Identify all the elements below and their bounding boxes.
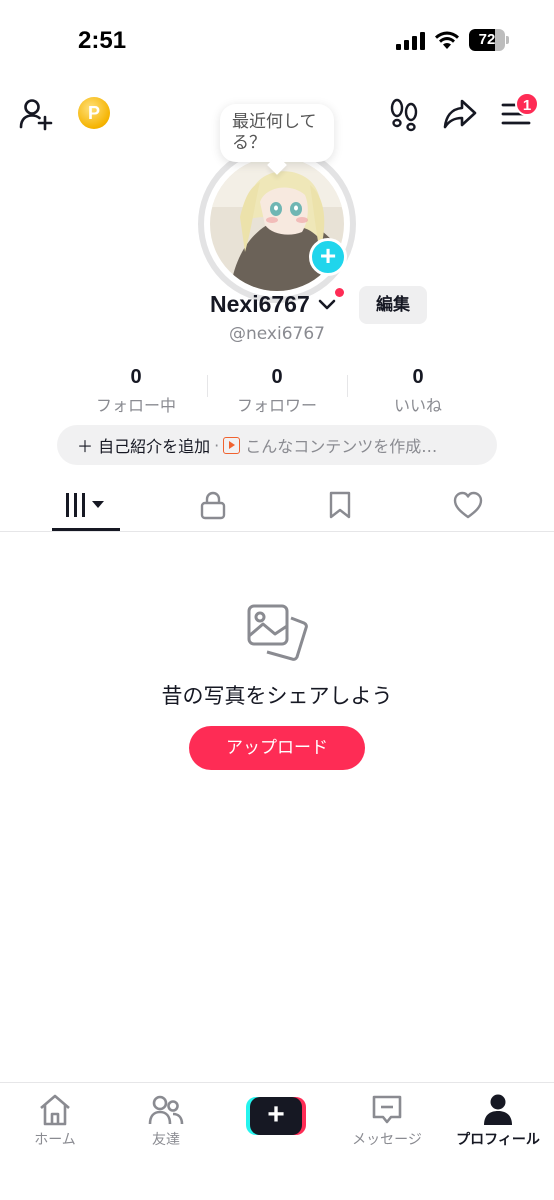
profile-views-button[interactable] — [386, 96, 422, 132]
nav-inbox[interactable]: メッセージ — [332, 1093, 442, 1153]
menu-notification-badge: 1 — [515, 92, 539, 116]
share-button[interactable] — [442, 96, 478, 132]
nav-inbox-label: メッセージ — [352, 1132, 422, 1148]
tab-videos[interactable] — [18, 478, 154, 532]
stat-followers[interactable]: 0 フォロワー — [207, 366, 347, 416]
add-bio-link[interactable]: ＋ 自己紹介を追加 — [77, 433, 210, 457]
stat-likes[interactable]: 0 いいね — [348, 366, 488, 416]
heart-icon — [453, 491, 483, 519]
coin-icon: P — [87, 102, 100, 123]
followers-label: フォロワー — [236, 396, 317, 415]
profile-icon — [484, 1094, 512, 1125]
edit-profile-button[interactable]: 編集 — [359, 286, 427, 324]
bio-separator: · — [214, 435, 220, 455]
stat-following[interactable]: 0 フォロー中 — [66, 366, 206, 416]
photos-icon — [247, 604, 308, 661]
nav-home-label: ホーム — [34, 1132, 76, 1148]
profile-name-row: Nexi6767 — [0, 288, 554, 328]
add-friend-button[interactable] — [18, 96, 54, 132]
upload-button[interactable]: アップロード — [189, 726, 365, 770]
plus-icon: + — [250, 1097, 302, 1135]
nav-home[interactable]: ホーム — [0, 1093, 110, 1153]
likes-label: いいね — [393, 396, 442, 415]
inbox-icon — [372, 1095, 402, 1124]
bio-suggestion-bar[interactable]: ＋ 自己紹介を追加 · こんなコンテンツを作成… — [57, 425, 497, 465]
bottom-navigation: ホーム 友達 + メッセージ プロフィール — [0, 1082, 554, 1200]
footprint-icon — [390, 98, 418, 132]
likes-count: 0 — [412, 366, 424, 388]
bookmark-icon — [329, 491, 351, 519]
display-name[interactable]: Nexi6767 — [210, 291, 310, 318]
nav-profile[interactable]: プロフィール — [443, 1093, 553, 1153]
play-video-icon — [223, 436, 241, 454]
nav-friends[interactable]: 友達 — [111, 1093, 221, 1153]
status-bar: 2:51 72 — [0, 0, 554, 80]
nav-profile-label: プロフィール — [456, 1132, 540, 1148]
followers-count: 0 — [271, 366, 283, 388]
tab-private[interactable] — [145, 478, 281, 532]
following-count: 0 — [130, 366, 142, 388]
add-story-button[interactable]: + — [309, 238, 347, 276]
home-icon — [40, 1094, 70, 1126]
username: @nexi6767 — [229, 324, 325, 344]
lock-icon — [200, 491, 226, 520]
signal-icon — [396, 32, 425, 50]
share-icon — [443, 99, 477, 129]
tab-saved[interactable] — [272, 478, 408, 532]
chevron-down-icon[interactable] — [318, 298, 336, 312]
status-bubble[interactable]: 最近何してる？ — [220, 104, 334, 162]
wifi-icon — [435, 31, 459, 49]
add-user-icon — [19, 99, 53, 131]
battery-level: 72 — [478, 31, 496, 48]
following-label: フォロー中 — [95, 396, 176, 415]
empty-state-title: 昔の写真をシェアしよう — [161, 684, 393, 708]
content-suggestion-link[interactable]: こんなコンテンツを作成… — [245, 433, 437, 457]
account-notification-dot — [335, 288, 344, 297]
nav-friends-label: 友達 — [152, 1132, 180, 1148]
battery-indicator: 72 — [469, 29, 509, 51]
status-time: 2:51 — [78, 27, 127, 54]
active-tab-indicator — [52, 528, 120, 531]
coin-button[interactable]: P — [78, 97, 110, 129]
friends-icon — [148, 1095, 184, 1125]
video-grid-icon — [66, 493, 104, 517]
profile-tabs — [0, 478, 554, 532]
tab-liked[interactable] — [400, 478, 536, 532]
create-post-button[interactable]: + — [246, 1097, 306, 1135]
status-bubble-text: 最近何してる？ — [232, 112, 317, 153]
